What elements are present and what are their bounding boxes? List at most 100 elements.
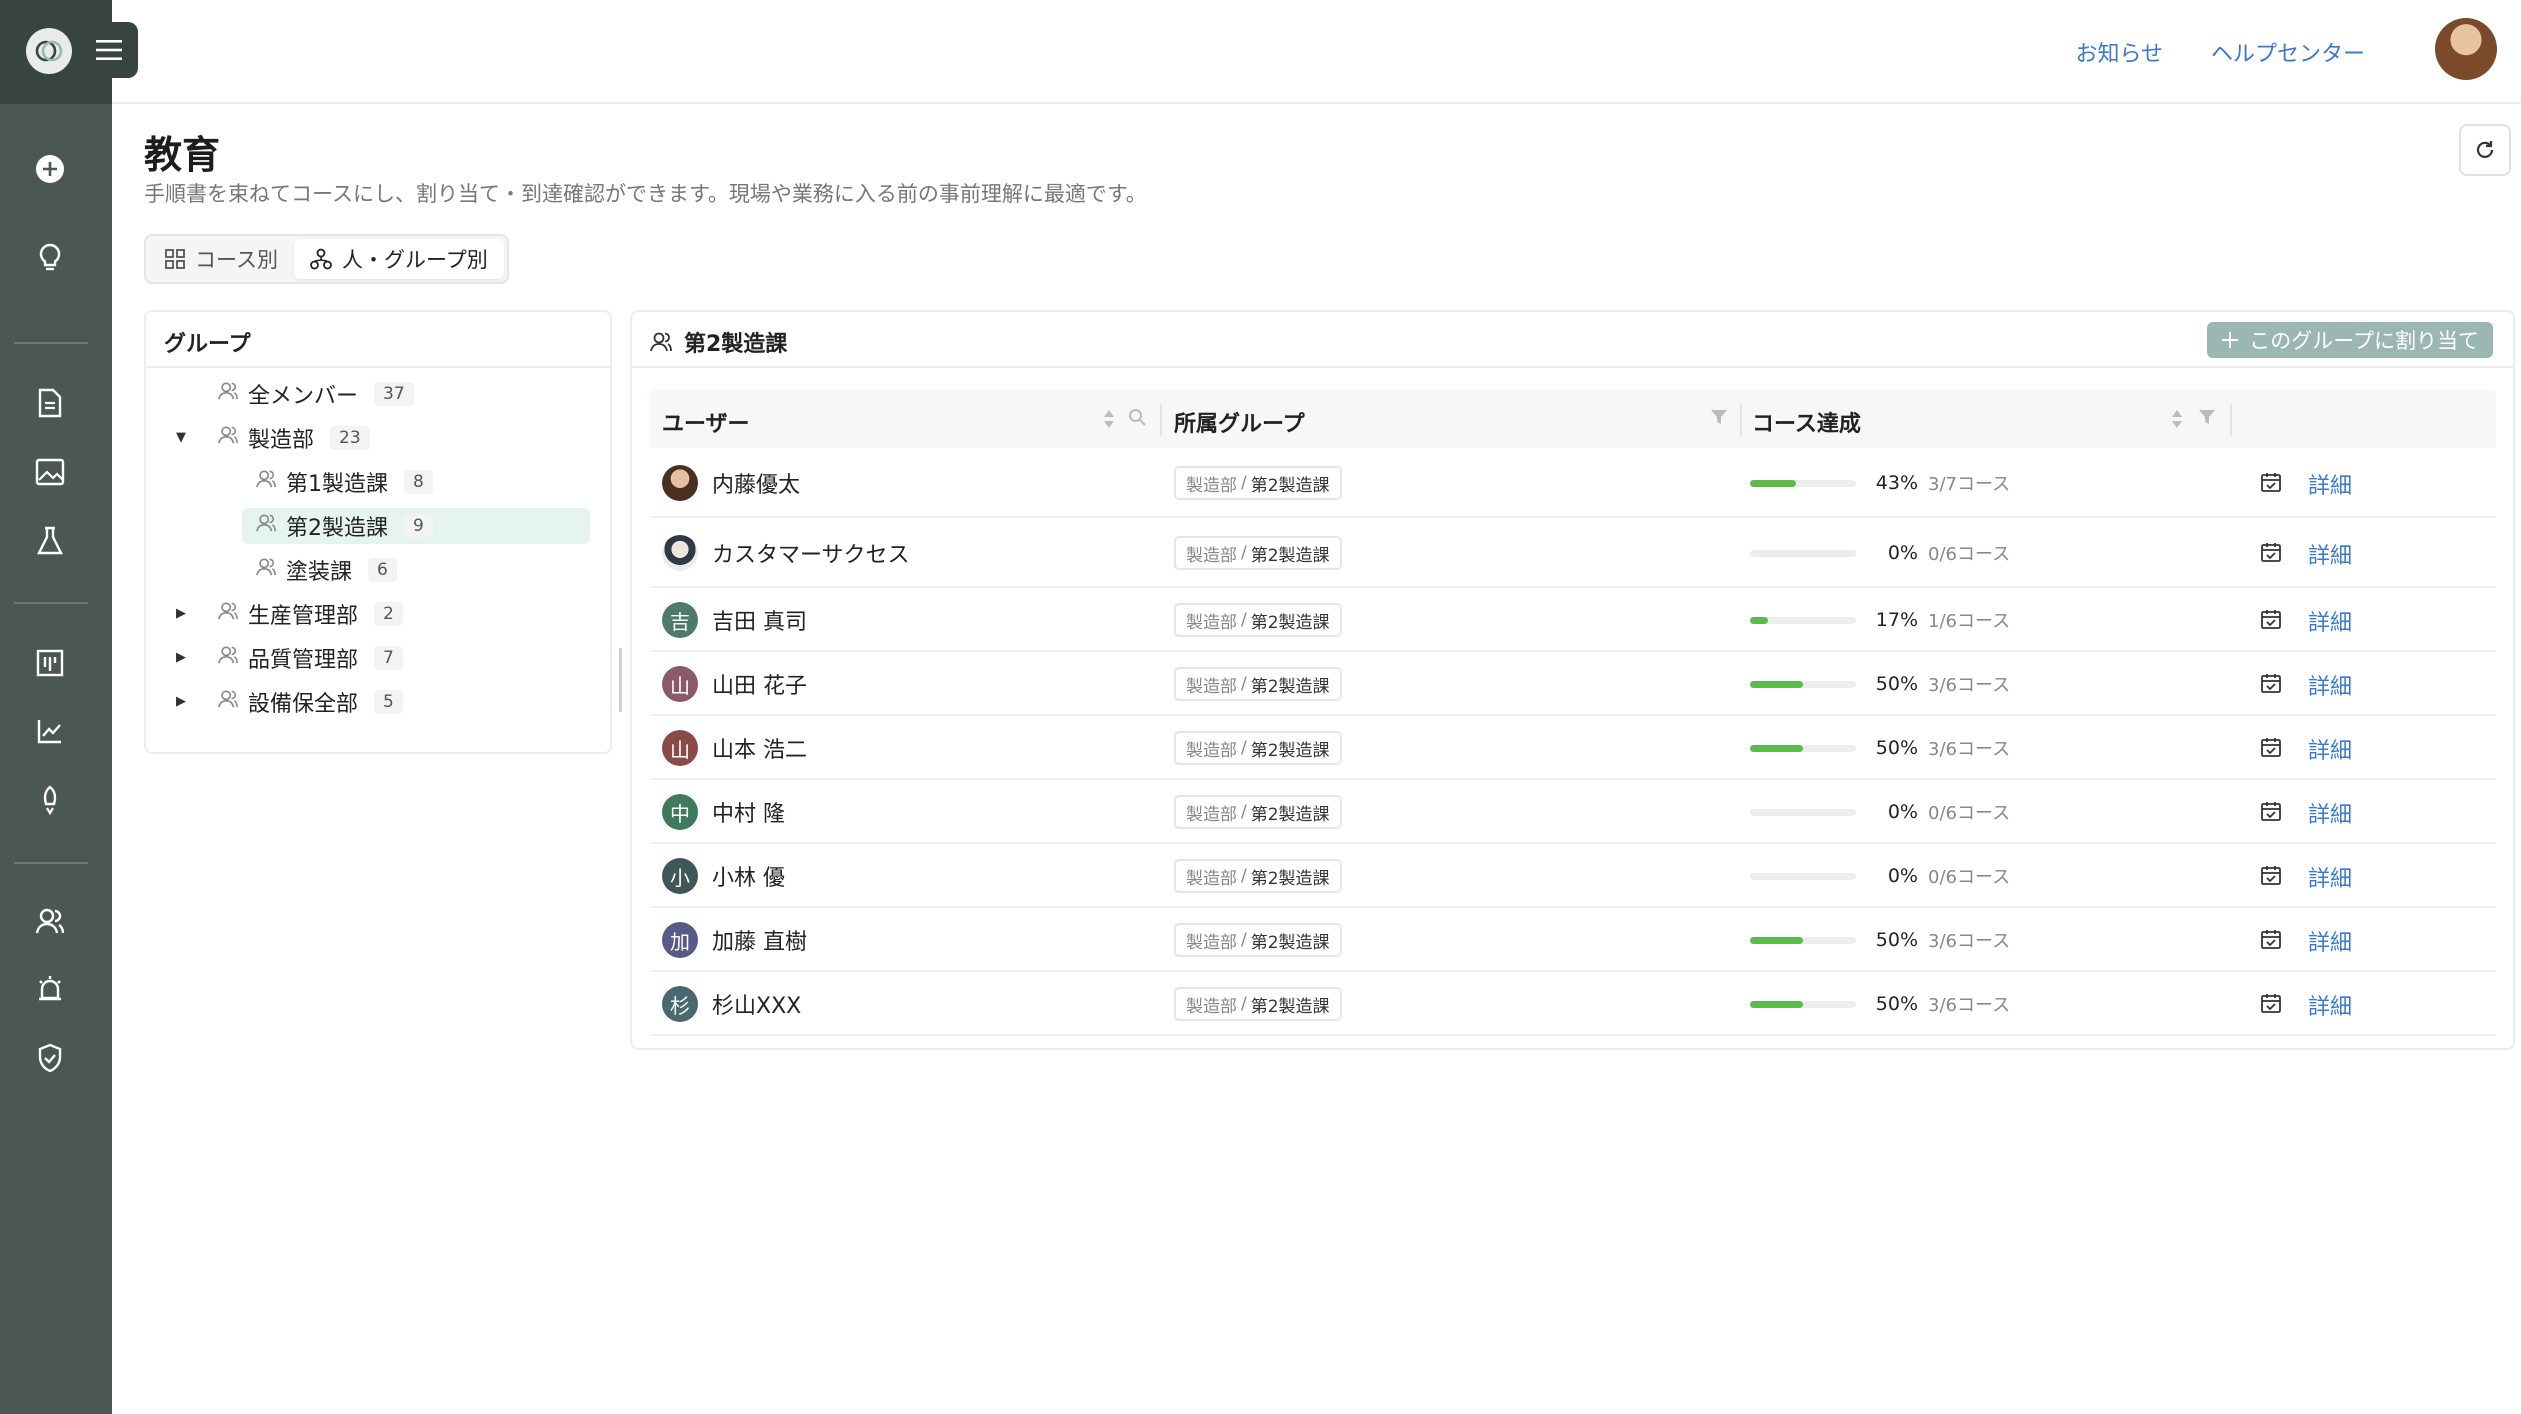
image-icon[interactable] (28, 450, 72, 494)
tab-by-course[interactable]: コース別 (149, 239, 294, 279)
rocket-icon[interactable] (28, 778, 72, 822)
group-tree-item[interactable]: 品質管理部 7 (204, 640, 403, 676)
avatar (662, 465, 698, 501)
detail-link[interactable]: 詳細 (2308, 669, 2352, 701)
detail-link[interactable]: 詳細 (2308, 861, 2352, 893)
caret-right-icon[interactable]: ▶ (176, 694, 186, 709)
group-count: 7 (374, 646, 403, 670)
group-tag: 製造部 / 第2製造課 (1174, 667, 1342, 701)
caret-down-icon[interactable]: ▼ (176, 430, 186, 445)
user-name[interactable]: 中村 隆 (712, 796, 785, 828)
alarm-icon[interactable] (28, 967, 72, 1011)
sort-icon[interactable] (1102, 408, 1116, 434)
progress-cell: 50% 3/6コース (1750, 992, 2010, 1016)
group-label: 設備保全部 (248, 692, 359, 717)
filter-icon[interactable] (1710, 408, 1728, 430)
group-count: 8 (404, 470, 433, 494)
assign-group-button[interactable]: このグループに割り当て (2207, 322, 2493, 358)
detail-link[interactable]: 詳細 (2308, 797, 2352, 829)
progress-bar (1750, 549, 1856, 557)
user-cell: 加加藤 直樹 (662, 922, 807, 958)
scrollbar[interactable] (619, 648, 622, 712)
column-user: ユーザー (662, 412, 750, 437)
user-name[interactable]: カスタマーサクセス (712, 537, 910, 569)
chart-icon[interactable] (28, 709, 72, 753)
user-name[interactable]: 山田 花子 (712, 668, 807, 700)
caret-right-icon[interactable]: ▶ (176, 606, 186, 621)
news-link[interactable]: お知らせ (2075, 36, 2163, 68)
group-tree-item[interactable]: 塗装課 6 (242, 552, 397, 588)
group-tree-item[interactable]: 第2製造課 9 (242, 508, 590, 544)
action-cell: 詳細 (2260, 797, 2352, 829)
menu-icon[interactable] (80, 22, 138, 78)
calendar-icon[interactable] (2260, 928, 2282, 954)
sort-icon[interactable] (2170, 408, 2184, 434)
tab-by-person[interactable]: 人・グループ別 (293, 239, 504, 279)
progress-percent: 17% (1875, 609, 1918, 631)
detail-link[interactable]: 詳細 (2308, 538, 2352, 570)
logo-icon[interactable] (26, 28, 72, 74)
user-name[interactable]: 山本 浩二 (712, 732, 807, 764)
refresh-button[interactable] (2459, 124, 2511, 176)
group-icon (256, 513, 276, 539)
calendar-icon[interactable] (2260, 608, 2282, 634)
detail-link[interactable]: 詳細 (2308, 925, 2352, 957)
tag-separator: / (1241, 930, 1247, 950)
tab-by-course-label: コース別 (195, 248, 278, 272)
group-tree-item[interactable]: 第1製造課 8 (242, 464, 433, 500)
document-icon[interactable] (28, 381, 72, 425)
user-name[interactable]: 杉山XXX (712, 988, 801, 1020)
group-tree-item[interactable]: 設備保全部 5 (204, 684, 403, 720)
search-icon[interactable] (1128, 408, 1146, 430)
group-tree-item[interactable]: 全メンバー 37 (204, 376, 414, 412)
users-icon[interactable] (28, 899, 72, 943)
parent-group: 製造部 (1186, 932, 1237, 953)
detail-link[interactable]: 詳細 (2308, 605, 2352, 637)
group-icon (256, 557, 276, 583)
user-name[interactable]: 内藤優太 (712, 467, 800, 499)
lightbulb-icon[interactable] (28, 236, 72, 280)
group-tag: 製造部 / 第2製造課 (1174, 466, 1342, 500)
column-divider (2230, 404, 2232, 436)
user-name[interactable]: 小林 優 (712, 860, 785, 892)
board-icon[interactable] (28, 641, 72, 685)
caret-right-icon[interactable]: ▶ (176, 650, 186, 665)
group-label: 全メンバー (248, 384, 359, 409)
calendar-icon[interactable] (2260, 672, 2282, 698)
calendar-icon[interactable] (2260, 800, 2282, 826)
calendar-icon[interactable] (2260, 736, 2282, 762)
tag-separator: / (1241, 473, 1247, 493)
table-row: カスタマーサクセス 製造部 / 第2製造課 0% 0/6コース 詳細 (650, 518, 2496, 588)
group-tree-item[interactable]: 製造部 23 (204, 420, 370, 456)
detail-link[interactable]: 詳細 (2308, 733, 2352, 765)
action-cell: 詳細 (2260, 538, 2352, 570)
add-icon[interactable] (28, 147, 72, 191)
avatar: 山 (662, 666, 698, 702)
group-cell: 製造部 / 第2製造課 (1174, 923, 1342, 957)
column-progress: コース達成 (1752, 412, 1861, 437)
progress-bar (1750, 872, 1856, 880)
calendar-icon[interactable] (2260, 541, 2282, 567)
group-tree-item[interactable]: 生産管理部 2 (204, 596, 403, 632)
help-center-link[interactable]: ヘルプセンター (2211, 36, 2365, 68)
child-group: 第2製造課 (1250, 740, 1330, 761)
detail-link[interactable]: 詳細 (2308, 989, 2352, 1021)
user-name[interactable]: 吉田 真司 (712, 604, 807, 636)
action-cell: 詳細 (2260, 605, 2352, 637)
group-icon (218, 601, 238, 627)
flask-icon[interactable] (28, 519, 72, 563)
progress-cell: 50% 3/6コース (1750, 672, 2010, 696)
child-group: 第2製造課 (1250, 475, 1330, 496)
tag-separator: / (1241, 866, 1247, 886)
filter-icon[interactable] (2198, 408, 2216, 430)
calendar-icon[interactable] (2260, 992, 2282, 1018)
calendar-icon[interactable] (2260, 471, 2282, 497)
course-count: 0/6コース (1928, 544, 2011, 565)
user-avatar[interactable] (2435, 18, 2497, 80)
detail-link[interactable]: 詳細 (2308, 468, 2352, 500)
progress-bar (1750, 1000, 1856, 1008)
calendar-icon[interactable] (2260, 864, 2282, 890)
group-cell: 製造部 / 第2製造課 (1174, 859, 1342, 893)
user-name[interactable]: 加藤 直樹 (712, 924, 807, 956)
shield-icon[interactable] (28, 1036, 72, 1080)
